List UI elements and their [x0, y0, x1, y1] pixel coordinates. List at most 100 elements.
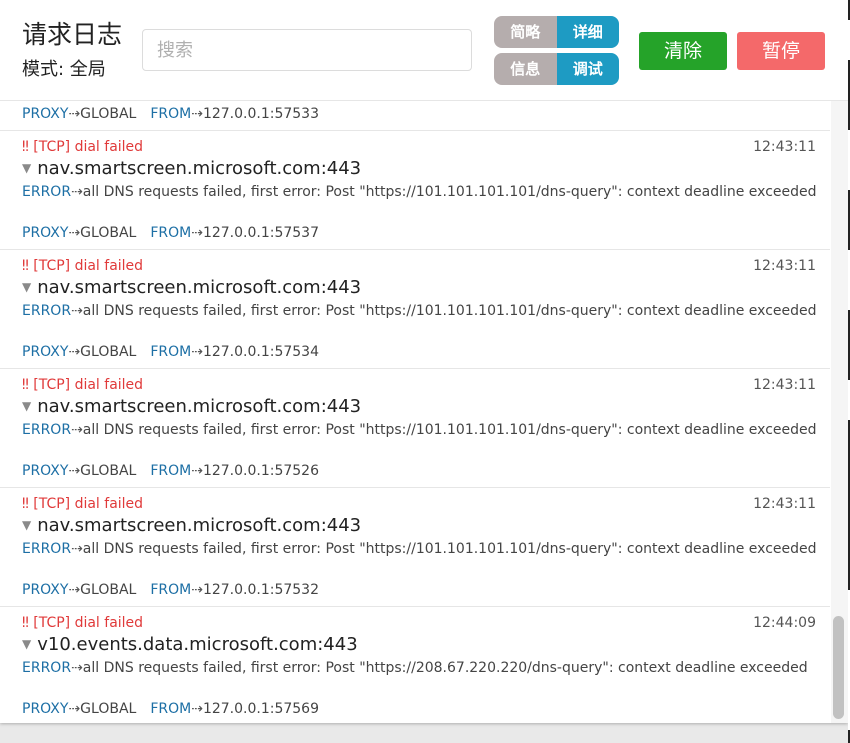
debug-level-button[interactable]: 调试 — [556, 53, 619, 85]
collapse-triangle-icon[interactable]: ▼ — [22, 518, 31, 532]
log-entry-time: 12:43:11 — [753, 496, 816, 512]
error-text: all DNS requests failed, first error: Po… — [82, 541, 817, 557]
clear-button[interactable]: 清除 — [639, 32, 727, 70]
arrow-icon: ⇢ — [68, 701, 81, 717]
proxy-target: GLOBAL — [80, 701, 137, 717]
error-label: ERROR — [22, 184, 72, 200]
scrollbar-thumb[interactable] — [833, 616, 844, 719]
from-address: 127.0.0.1:57526 — [202, 463, 319, 479]
log-entry-partial: PROXY⇢GLOBAL FROM⇢127.0.0.1:57533 — [0, 101, 830, 131]
error-message: ERROR⇢all DNS requests failed, first err… — [22, 302, 820, 321]
error-message: ERROR⇢all DNS requests failed, first err… — [22, 421, 820, 440]
log-entry-title: ‼ [TCP] dial failed — [22, 139, 144, 155]
proxy-target: GLOBAL — [80, 344, 137, 360]
error-text: all DNS requests failed, first error: Po… — [82, 660, 808, 676]
brief-view-button[interactable]: 简略 — [494, 16, 557, 48]
from-label: FROM — [150, 106, 192, 122]
log-entry[interactable]: ‼ [TCP] dial failed 12:43:11 ▼ nav.smarts… — [0, 131, 830, 250]
error-text: all DNS requests failed, first error: Po… — [82, 184, 817, 200]
arrow-icon: ⇢ — [68, 106, 81, 122]
proxy-row: PROXY⇢GLOBAL FROM⇢127.0.0.1:57532 — [22, 580, 319, 600]
log-entry[interactable]: ‼ [TCP] dial failed 12:44:09 ▼ v10.events… — [0, 607, 830, 723]
from-label: FROM — [150, 463, 192, 479]
collapse-triangle-icon[interactable]: ▼ — [22, 161, 31, 175]
log-entry[interactable]: ‼ [TCP] dial failed 12:43:11 ▼ nav.smarts… — [0, 250, 830, 369]
log-entry-title: ‼ [TCP] dial failed — [22, 377, 144, 393]
request-log-window: 请求日志 模式: 全局 简略 详细 信息 调试 清除 暂停 PROXY⇢GLOB… — [0, 0, 848, 723]
proxy-row: PROXY⇢GLOBAL FROM⇢127.0.0.1:57537 — [22, 223, 319, 243]
from-address: 127.0.0.1:57533 — [202, 106, 319, 122]
log-entry-title: ‼ [TCP] dial failed — [22, 258, 144, 274]
proxy-label: PROXY — [22, 344, 69, 360]
arrow-icon: ⇢ — [191, 344, 203, 360]
error-label: ERROR — [22, 303, 72, 319]
vertical-scrollbar[interactable] — [831, 101, 848, 723]
arrow-icon: ⇢ — [71, 422, 83, 438]
log-entry-host[interactable]: ▼ nav.smartscreen.microsoft.com:443 — [22, 514, 361, 539]
arrow-icon: ⇢ — [191, 463, 203, 479]
log-entry-title: ‼ [TCP] dial failed — [22, 615, 144, 631]
log-entry-host[interactable]: ▼ nav.smartscreen.microsoft.com:443 — [22, 276, 361, 301]
log-entry-time: 12:43:11 — [753, 377, 816, 393]
error-label: ERROR — [22, 422, 72, 438]
error-text: all DNS requests failed, first error: Po… — [82, 303, 817, 319]
arrow-icon: ⇢ — [191, 225, 203, 241]
proxy-label: PROXY — [22, 106, 69, 122]
error-message: ERROR⇢all DNS requests failed, first err… — [22, 540, 820, 559]
proxy-target: GLOBAL — [80, 582, 137, 598]
host-text: v10.events.data.microsoft.com:443 — [37, 634, 358, 655]
proxy-target: GLOBAL — [80, 106, 137, 122]
collapse-triangle-icon[interactable]: ▼ — [22, 280, 31, 294]
collapse-triangle-icon[interactable]: ▼ — [22, 637, 31, 651]
mode-indicator: 模式: 全局 — [22, 59, 106, 80]
detail-view-button[interactable]: 详细 — [556, 16, 619, 48]
log-level-toggle: 信息 调试 — [494, 53, 619, 85]
log-entry[interactable]: ‼ [TCP] dial failed 12:43:11 ▼ nav.smarts… — [0, 488, 830, 607]
from-address: 127.0.0.1:57569 — [202, 701, 319, 717]
log-header: 请求日志 模式: 全局 简略 详细 信息 调试 清除 暂停 — [0, 0, 848, 101]
arrow-icon: ⇢ — [68, 344, 81, 360]
proxy-label: PROXY — [22, 701, 69, 717]
log-entry-time: 12:44:09 — [753, 615, 816, 631]
error-message: ERROR⇢all DNS requests failed, first err… — [22, 183, 820, 202]
arrow-icon: ⇢ — [68, 463, 81, 479]
log-entry-host[interactable]: ▼ nav.smartscreen.microsoft.com:443 — [22, 157, 361, 182]
proxy-label: PROXY — [22, 463, 69, 479]
host-text: nav.smartscreen.microsoft.com:443 — [37, 396, 362, 417]
proxy-row: PROXY⇢GLOBAL FROM⇢127.0.0.1:57534 — [22, 342, 319, 362]
proxy-target: GLOBAL — [80, 463, 137, 479]
arrow-icon: ⇢ — [191, 106, 203, 122]
search-input[interactable] — [142, 29, 472, 71]
host-text: nav.smartscreen.microsoft.com:443 — [37, 277, 362, 298]
error-label: ERROR — [22, 660, 72, 676]
log-list[interactable]: PROXY⇢GLOBAL FROM⇢127.0.0.1:57533 ‼ [TCP]… — [0, 101, 830, 723]
arrow-icon: ⇢ — [71, 660, 83, 676]
arrow-icon: ⇢ — [68, 582, 81, 598]
from-address: 127.0.0.1:57537 — [202, 225, 319, 241]
log-entry-host[interactable]: ▼ nav.smartscreen.microsoft.com:443 — [22, 395, 361, 420]
log-entry-time: 12:43:11 — [753, 139, 816, 155]
pause-button[interactable]: 暂停 — [737, 32, 825, 70]
view-mode-toggle: 简略 详细 — [494, 16, 619, 48]
arrow-icon: ⇢ — [68, 225, 81, 241]
host-text: nav.smartscreen.microsoft.com:443 — [37, 515, 362, 536]
proxy-row: PROXY⇢GLOBAL FROM⇢127.0.0.1:57526 — [22, 461, 319, 481]
proxy-row: PROXY⇢GLOBAL FROM⇢127.0.0.1:57533 — [22, 104, 319, 124]
log-entry-title: ‼ [TCP] dial failed — [22, 496, 144, 512]
from-label: FROM — [150, 701, 192, 717]
arrow-icon: ⇢ — [191, 701, 203, 717]
arrow-icon: ⇢ — [71, 541, 83, 557]
collapse-triangle-icon[interactable]: ▼ — [22, 399, 31, 413]
log-entry-time: 12:43:11 — [753, 258, 816, 274]
arrow-icon: ⇢ — [71, 184, 83, 200]
host-text: nav.smartscreen.microsoft.com:443 — [37, 158, 362, 179]
info-level-button[interactable]: 信息 — [494, 53, 557, 85]
from-address: 127.0.0.1:57532 — [202, 582, 319, 598]
from-label: FROM — [150, 582, 192, 598]
log-entry-host[interactable]: ▼ v10.events.data.microsoft.com:443 — [22, 633, 358, 658]
error-text: all DNS requests failed, first error: Po… — [82, 422, 817, 438]
proxy-label: PROXY — [22, 225, 69, 241]
log-entry[interactable]: ‼ [TCP] dial failed 12:43:11 ▼ nav.smarts… — [0, 369, 830, 488]
proxy-label: PROXY — [22, 582, 69, 598]
from-label: FROM — [150, 344, 192, 360]
